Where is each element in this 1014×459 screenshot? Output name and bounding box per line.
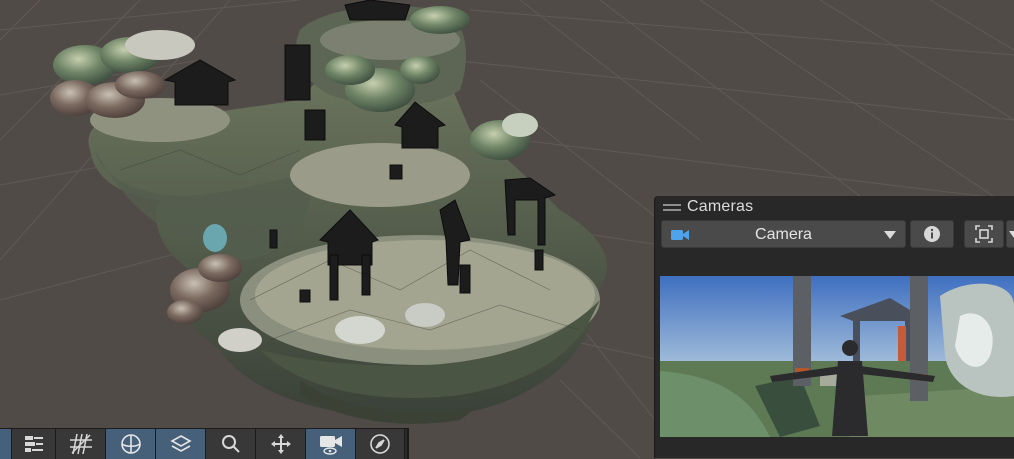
toolbar-button-move[interactable] [256,429,306,459]
toolbar-button-search[interactable] [206,429,256,459]
cameras-overlay-title: Cameras [687,198,753,216]
toolbar-button-0[interactable] [0,429,12,459]
scene-overlay-toolbar [0,428,409,459]
camera-info-button[interactable] [910,220,954,248]
camera-view-icon [319,433,343,455]
toolbar-button-layers[interactable] [156,429,206,459]
chevron-down-icon [884,231,896,239]
frame-selected-button[interactable] [964,220,1004,248]
selected-camera-label: Camera [662,226,905,244]
compass-icon [369,433,391,455]
chevron-down-icon [1009,231,1014,238]
toolbar-button-overlays[interactable] [12,429,56,459]
camera-options-button[interactable] [1006,220,1014,248]
layer-stack-icon [170,433,192,455]
cameras-overlay: Cameras Camera [655,196,1014,458]
info-icon [923,225,941,243]
toolbar-button-camera[interactable] [306,429,356,459]
cameras-overlay-header[interactable]: Cameras [655,196,1014,218]
globe-orientation-icon [120,433,142,455]
toolbar-button-compass[interactable] [356,429,405,459]
camera-select-dropdown[interactable]: Camera [661,220,906,248]
camera-preview [660,276,1014,437]
move-gizmo-icon [270,433,292,455]
toolbar-button-orientation[interactable] [106,429,156,459]
frame-icon [975,225,993,243]
sliders-panel-icon [23,434,45,454]
grid-hash-icon [69,433,93,455]
drag-handle-icon[interactable] [661,196,683,218]
search-icon [221,434,241,454]
toolbar-button-grid[interactable] [56,429,106,459]
